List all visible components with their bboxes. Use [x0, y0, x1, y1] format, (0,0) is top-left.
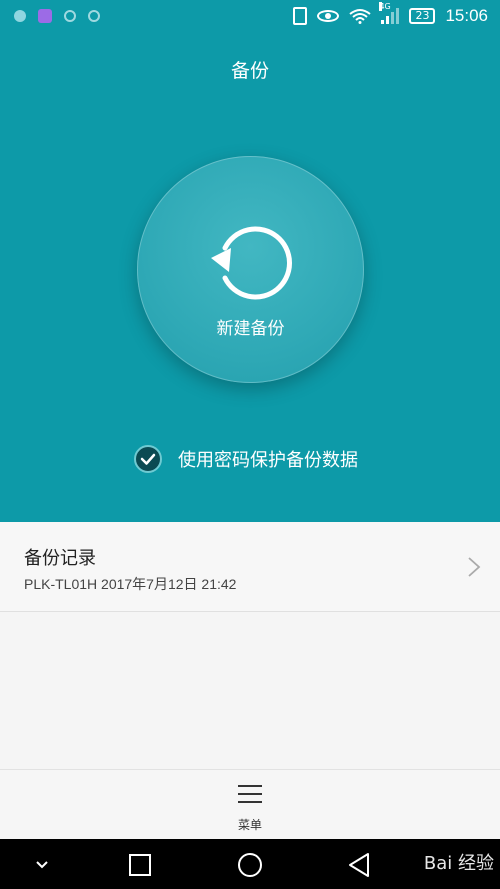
- refresh-icon: [211, 226, 293, 300]
- circle-icon: [88, 10, 100, 22]
- menu-label: 菜单: [237, 818, 262, 832]
- password-protect-checkbox[interactable]: [134, 445, 162, 473]
- new-backup-label: 新建备份: [216, 319, 285, 339]
- eye-comfort-icon: [317, 10, 340, 22]
- password-protect-label: 使用密码保护备份数据: [178, 450, 358, 471]
- back-icon[interactable]: [346, 851, 374, 879]
- backup-record-item[interactable]: 备份记录 PLK-TL01H 2017年7月12日 21:42: [0, 522, 500, 612]
- home-icon[interactable]: [236, 851, 264, 879]
- network-type: 4G: [379, 2, 391, 11]
- bottom-menu-bar: 菜单: [0, 769, 500, 839]
- wifi-icon: [349, 9, 372, 24]
- status-bar: 4G 23 15:06: [0, 0, 500, 34]
- shield-icon: [64, 10, 76, 22]
- password-protect-option[interactable]: 使用密码保护备份数据: [134, 445, 358, 473]
- signal-icon: 4G: [379, 2, 400, 24]
- vibrate-icon: [293, 7, 308, 25]
- collapse-icon[interactable]: [28, 851, 56, 879]
- chevron-right-icon: [468, 557, 481, 577]
- system-nav-bar: Bai 经验: [0, 839, 500, 889]
- backup-record-title: 备份记录: [24, 548, 96, 569]
- check-icon: [140, 453, 156, 465]
- hamburger-icon: [238, 785, 262, 803]
- new-backup-button[interactable]: 新建备份: [137, 156, 364, 383]
- page-title: 备份: [230, 60, 269, 82]
- status-time: 15:06: [445, 6, 488, 25]
- backup-record-subtitle: PLK-TL01H 2017年7月12日 21:42: [24, 576, 237, 592]
- recent-apps-icon[interactable]: [126, 851, 154, 879]
- notification-dot-icon: [14, 10, 26, 22]
- status-left-icons: [14, 9, 100, 23]
- gallery-icon: [38, 9, 52, 23]
- battery-indicator: 23: [409, 8, 436, 24]
- status-right-icons: 4G 23 15:06: [293, 2, 488, 26]
- menu-button[interactable]: 菜单: [220, 780, 280, 838]
- baidu-watermark: Bai 经验: [423, 853, 494, 874]
